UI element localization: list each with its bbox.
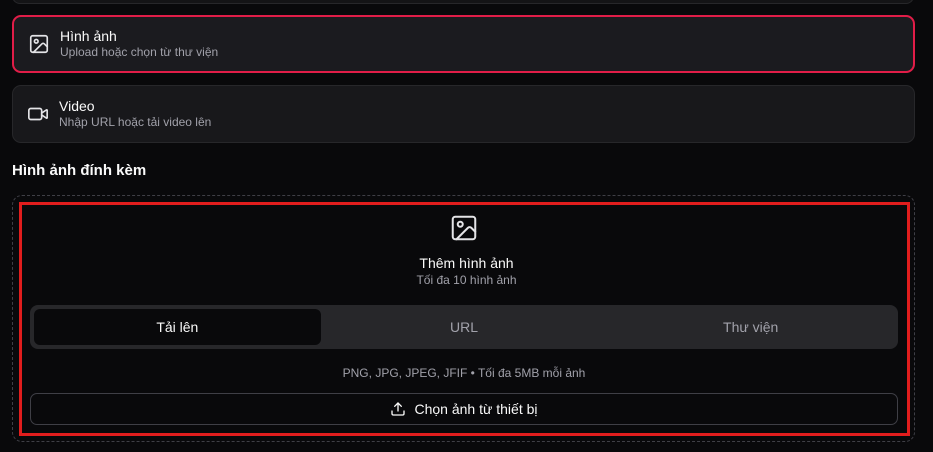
source-tabs: Tải lên URL Thư viện <box>30 305 898 349</box>
tab-upload[interactable]: Tải lên <box>34 309 321 345</box>
choose-from-device-button[interactable]: Chọn ảnh từ thiết bị <box>30 393 898 425</box>
tab-library[interactable]: Thư viện <box>607 309 894 345</box>
section-title: Hình ảnh đính kèm <box>12 162 147 179</box>
tab-url[interactable]: URL <box>321 309 608 345</box>
add-image-subtitle: Tối đa 10 hình ảnh <box>416 273 517 287</box>
add-image-icon <box>449 213 479 243</box>
format-hint: PNG, JPG, JPEG, JFIF • Tối đa 5MB mỗi ản… <box>342 366 586 380</box>
option-image-title: Hình ảnh <box>60 28 117 44</box>
option-video-title: Video <box>59 98 95 114</box>
choose-from-device-label: Chọn ảnh từ thiết bị <box>414 401 538 417</box>
video-icon <box>27 103 49 125</box>
previous-option-card[interactable] <box>12 0 914 4</box>
option-image-subtitle: Upload hoặc chọn từ thư viện <box>60 45 219 59</box>
option-video-subtitle: Nhập URL hoặc tải video lên <box>59 115 212 129</box>
option-video[interactable]: Video Nhập URL hoặc tải video lên <box>12 85 915 143</box>
image-icon <box>28 33 50 55</box>
upload-icon <box>390 401 406 417</box>
option-image[interactable]: Hình ảnh Upload hoặc chọn từ thư viện <box>12 15 915 73</box>
add-image-title: Thêm hình ảnh <box>419 255 514 271</box>
